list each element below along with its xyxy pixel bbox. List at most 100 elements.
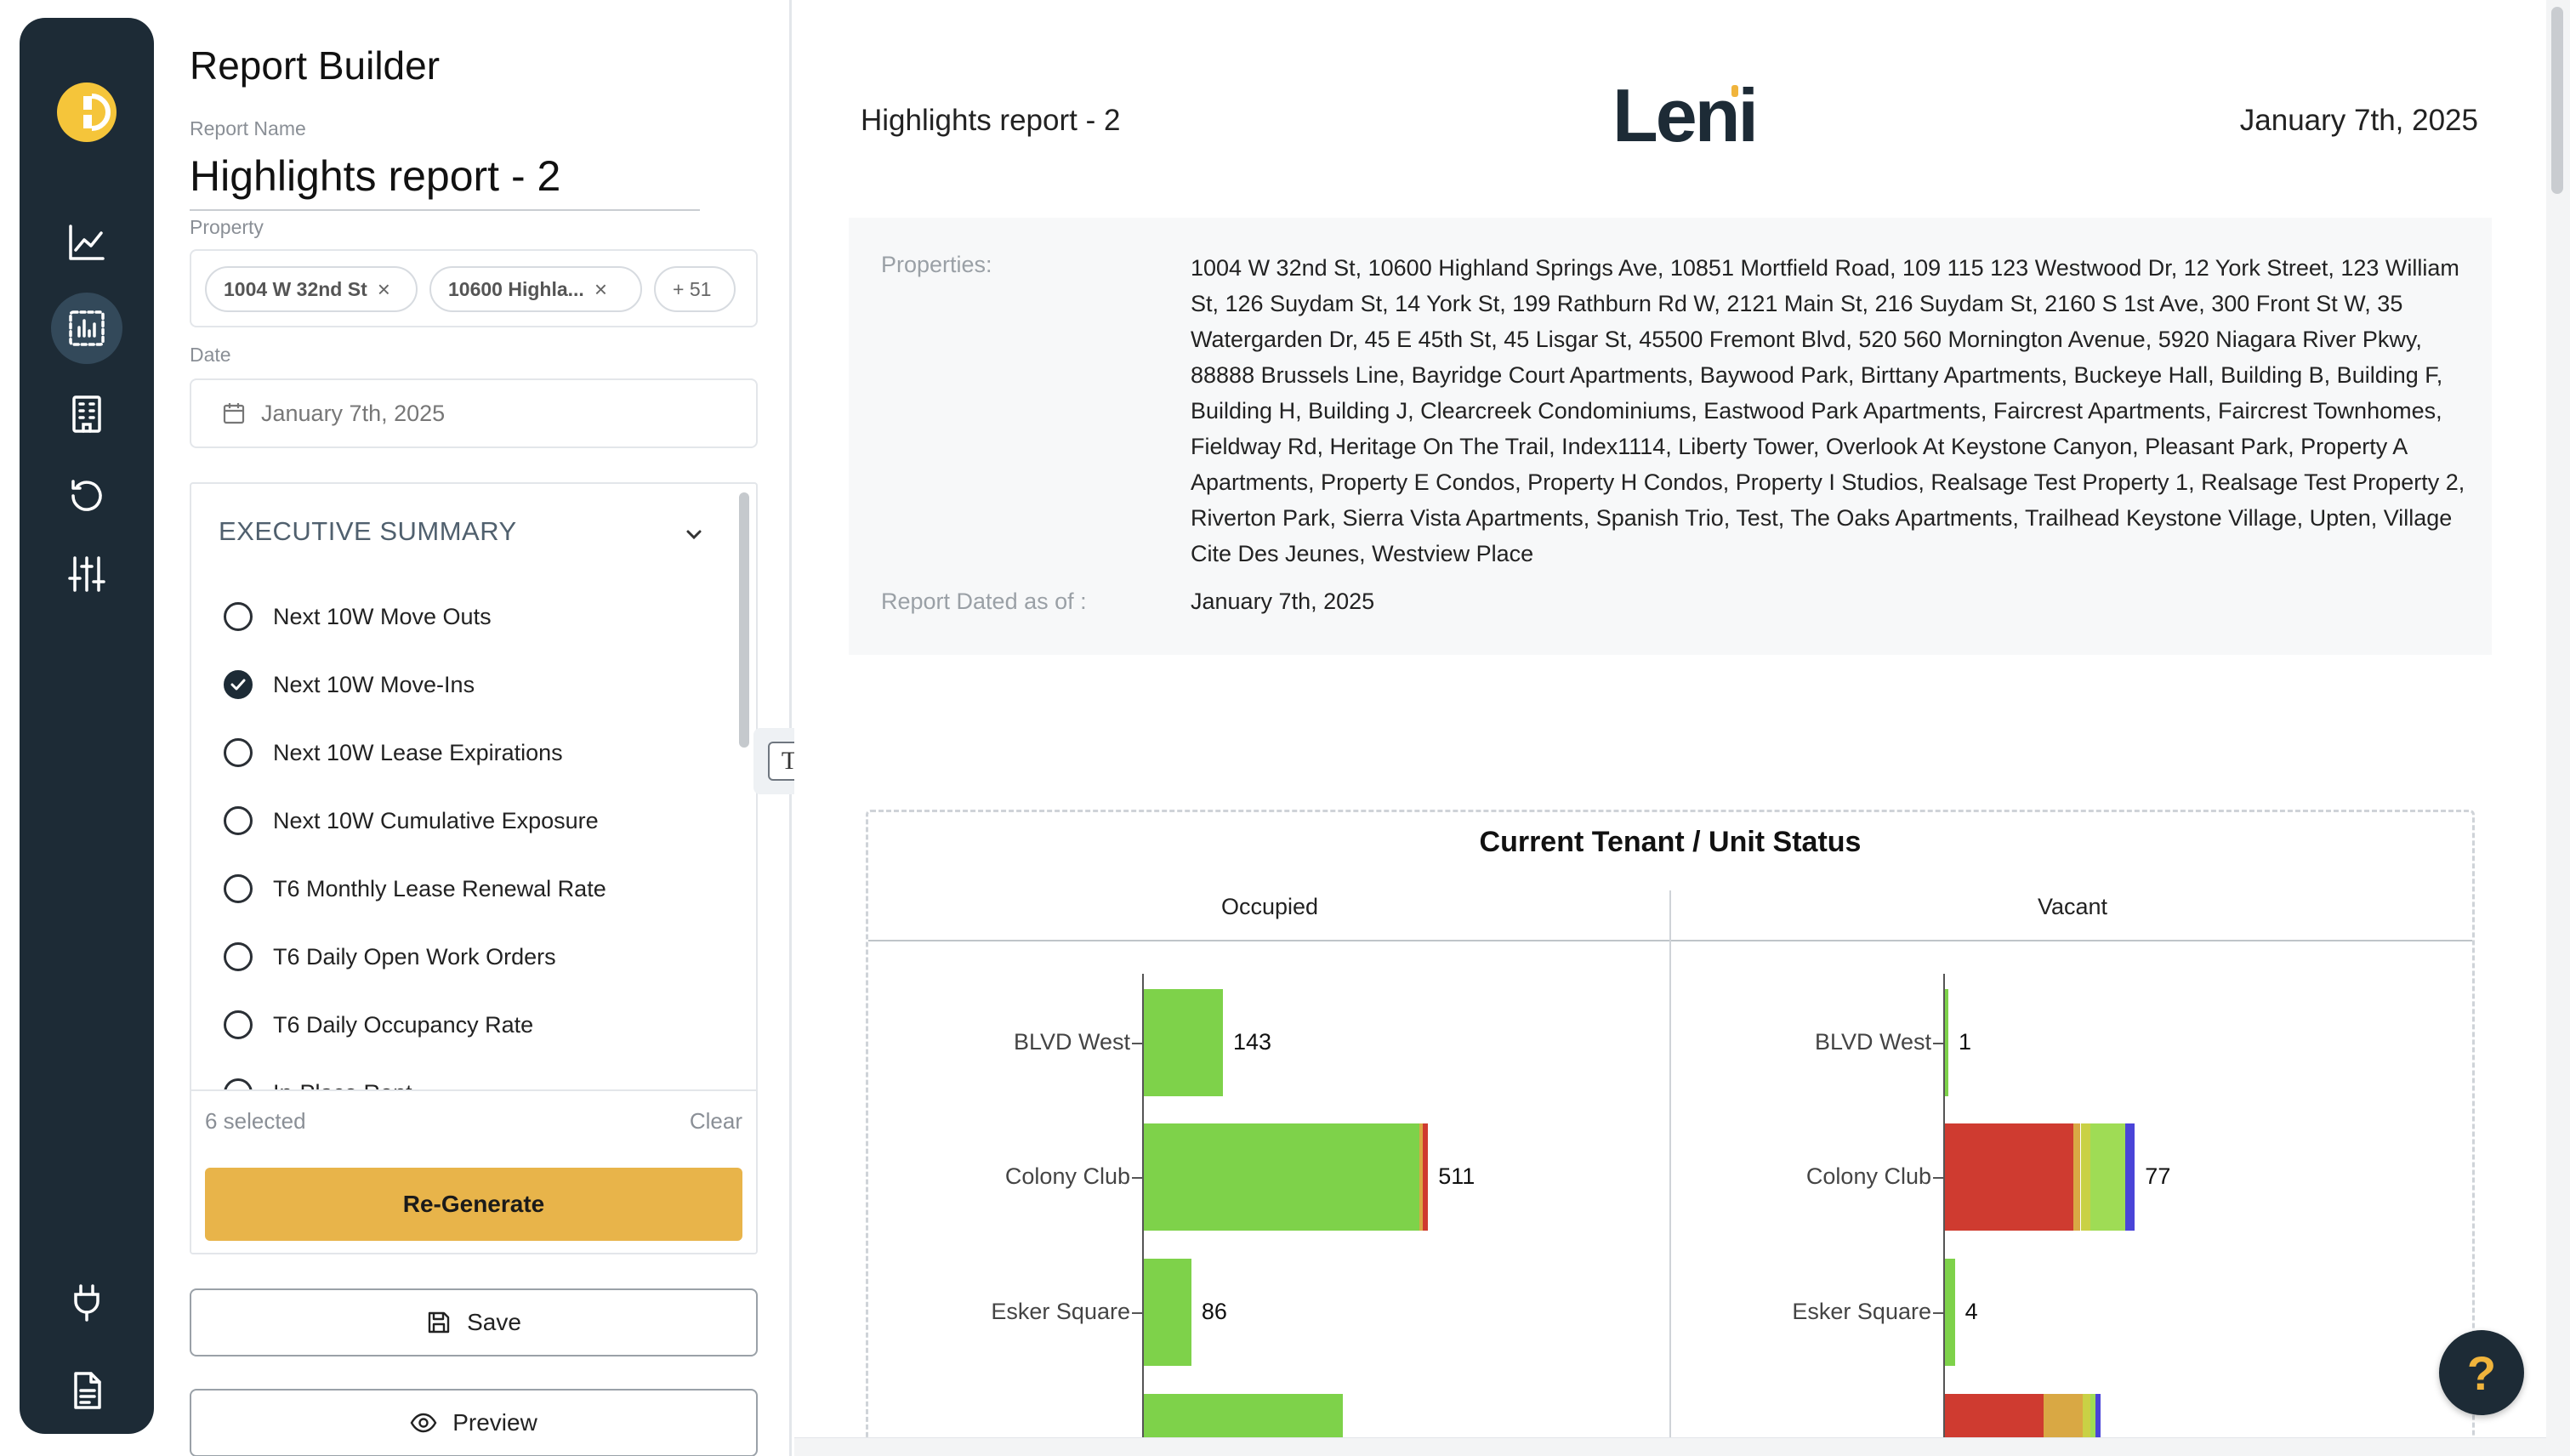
tenant-status-chart: Current Tenant / Unit Status Occupied Va… bbox=[866, 810, 2475, 1437]
section-title: EXECUTIVE SUMMARY bbox=[219, 516, 517, 546]
section-item-label: Next 10W Cumulative Exposure bbox=[273, 807, 599, 833]
bar-segment bbox=[2044, 1394, 2084, 1437]
bar-segment bbox=[2072, 1123, 2081, 1231]
page-scroll-thumb[interactable] bbox=[2551, 7, 2563, 194]
section-item[interactable]: T6 Daily Open Work Orders bbox=[224, 940, 556, 974]
history-icon[interactable] bbox=[51, 460, 122, 532]
bar-segment bbox=[2090, 1123, 2125, 1231]
selected-count: 6 selected bbox=[205, 1108, 306, 1134]
document-icon[interactable] bbox=[51, 1355, 122, 1426]
panel-divider bbox=[1669, 890, 1671, 1437]
save-label: Save bbox=[467, 1309, 521, 1335]
report-dated-value: January 7th, 2025 bbox=[1191, 589, 1375, 614]
check-icon bbox=[230, 679, 246, 691]
bar-segment bbox=[1945, 1123, 2073, 1231]
bar-segment bbox=[2083, 1394, 2091, 1437]
axis-tick bbox=[1933, 1177, 1943, 1179]
bar-value-label: 77 bbox=[2145, 1163, 2171, 1189]
bar-value-label: 1 bbox=[1959, 1029, 1972, 1055]
bar-segment bbox=[1945, 989, 1948, 1096]
panel-header-vacant: Vacant bbox=[2037, 894, 2108, 919]
axis-tick bbox=[1132, 1177, 1142, 1179]
section-item[interactable]: T6 Monthly Lease Renewal Rate bbox=[224, 872, 606, 906]
building-icon[interactable] bbox=[51, 378, 122, 450]
section-item-label: Next 10W Move-Ins bbox=[273, 671, 475, 697]
property-chip-label: 1004 W 32nd St bbox=[224, 277, 367, 300]
report-name-input[interactable]: Highlights report - 2 bbox=[190, 151, 700, 211]
category-label: Esker Square bbox=[1792, 1299, 1931, 1324]
checkbox-checked[interactable] bbox=[224, 670, 253, 699]
remove-chip-icon[interactable]: × bbox=[378, 276, 390, 303]
report-meta: Properties: 1004 W 32nd St, 10600 Highla… bbox=[849, 218, 2492, 655]
category-label: BLVD West bbox=[1814, 1029, 1931, 1055]
bar-segment bbox=[1144, 989, 1223, 1096]
chevron-down-icon[interactable] bbox=[681, 521, 707, 547]
eye-icon bbox=[410, 1413, 437, 1433]
section-item[interactable]: Next 10W Cumulative Exposure bbox=[224, 804, 599, 838]
plug-icon[interactable] bbox=[51, 1266, 122, 1338]
checkbox[interactable] bbox=[224, 874, 253, 903]
checkbox[interactable] bbox=[224, 1010, 253, 1039]
sections-scrollbar[interactable] bbox=[739, 492, 749, 748]
category-label: Esker Square bbox=[991, 1299, 1130, 1324]
checkbox[interactable] bbox=[224, 602, 253, 631]
axis-tick bbox=[1933, 1043, 1943, 1044]
remove-chip-icon[interactable]: × bbox=[594, 276, 607, 303]
preview-label: Preview bbox=[452, 1409, 537, 1436]
leni-logo: Leni bbox=[1612, 73, 1759, 169]
date-label: Date bbox=[190, 344, 231, 366]
save-button[interactable]: Save bbox=[190, 1288, 758, 1356]
section-item[interactable]: T6 Daily Occupancy Rate bbox=[224, 1008, 533, 1042]
bar-value-label: 4 bbox=[1964, 1299, 1978, 1324]
clear-button[interactable]: Clear bbox=[690, 1108, 742, 1135]
property-chip-label: 10600 Highla... bbox=[448, 277, 584, 300]
bar-segment bbox=[1422, 1123, 1429, 1231]
chart-title: Current Tenant / Unit Status bbox=[1479, 826, 1862, 858]
property-chip[interactable]: 1004 W 32nd St × bbox=[205, 266, 418, 312]
bar-value-label: 143 bbox=[1232, 1029, 1271, 1055]
axis-tick bbox=[1933, 1312, 1943, 1314]
date-picker[interactable]: January 7th, 2025 bbox=[190, 378, 758, 448]
app-logo-icon[interactable] bbox=[57, 82, 117, 142]
section-item[interactable]: Next 10W Lease Expirations bbox=[224, 736, 563, 770]
report-dated-label: Report Dated as of : bbox=[881, 589, 1087, 614]
bar-value-label: 511 bbox=[1438, 1163, 1475, 1189]
panel-header-occupied: Occupied bbox=[1220, 894, 1319, 919]
page-title: Report Builder bbox=[190, 43, 441, 88]
more-properties-chip[interactable]: + 51 bbox=[654, 266, 736, 312]
horizontal-scrollbar[interactable] bbox=[794, 1437, 2546, 1456]
section-item[interactable]: Next 10W Move Outs bbox=[224, 600, 492, 634]
sliders-icon[interactable] bbox=[51, 538, 122, 610]
bar-segment bbox=[1144, 1123, 1419, 1231]
bar-segment bbox=[1945, 1394, 2044, 1437]
property-chip[interactable]: 10600 Highla... × bbox=[429, 266, 642, 312]
properties-list: 1004 W 32nd St, 10600 Highland Springs A… bbox=[1191, 255, 2465, 566]
report-date: January 7th, 2025 bbox=[2239, 104, 2478, 137]
checkbox[interactable] bbox=[224, 942, 253, 971]
date-value: January 7th, 2025 bbox=[261, 400, 446, 426]
section-item-label: T6 Daily Occupancy Rate bbox=[273, 1011, 534, 1038]
checkbox[interactable] bbox=[224, 738, 253, 767]
checkbox[interactable] bbox=[224, 806, 253, 835]
properties-label: Properties: bbox=[881, 252, 992, 277]
report-preview: Highlights report - 2 Leni January 7th, … bbox=[794, 0, 2546, 1437]
bar-value-label: 86 bbox=[1201, 1299, 1227, 1324]
page-scrollbar[interactable] bbox=[2546, 0, 2570, 1456]
category-label: Colony Club bbox=[1805, 1163, 1931, 1189]
bar-segment bbox=[2080, 1123, 2091, 1231]
sections-list: EXECUTIVE SUMMARY Next 10W Move Outs Next… bbox=[190, 482, 758, 1254]
save-icon bbox=[428, 1311, 450, 1334]
bar-segment bbox=[1144, 1259, 1191, 1366]
report-builder-icon[interactable] bbox=[51, 293, 122, 364]
help-button[interactable]: ? bbox=[2439, 1330, 2524, 1415]
section-item[interactable]: Next 10W Move-Ins bbox=[224, 668, 475, 702]
icon-rail bbox=[20, 18, 154, 1434]
bar-segment bbox=[2095, 1394, 2101, 1437]
regenerate-button[interactable]: Re-Generate bbox=[205, 1168, 742, 1241]
preview-button[interactable]: Preview bbox=[190, 1389, 758, 1456]
property-select[interactable]: 1004 W 32nd St × 10600 Highla... × + 51 bbox=[190, 249, 758, 327]
bar-segment bbox=[1144, 1394, 1343, 1437]
report-builder-panel: Report Builder Report Name Highlights re… bbox=[154, 0, 792, 1456]
report-title: Highlights report - 2 bbox=[861, 104, 1121, 137]
analytics-chart-icon[interactable] bbox=[51, 207, 122, 278]
